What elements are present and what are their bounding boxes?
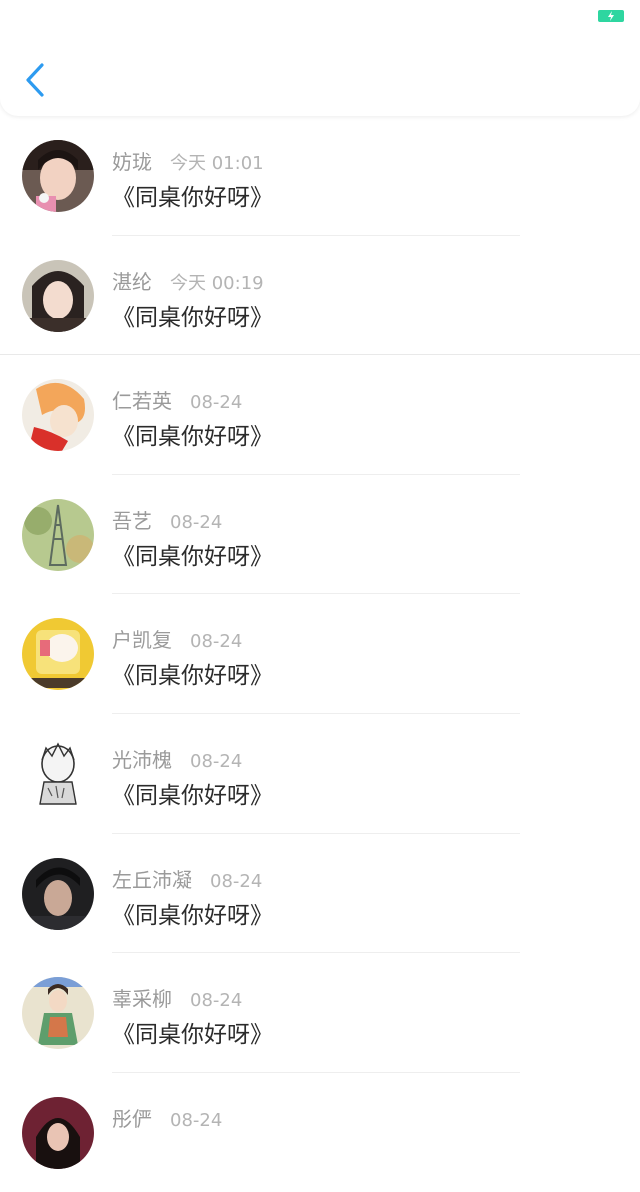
message-text: 《同桌你好呀》 [112, 663, 273, 690]
list-item[interactable]: 左丘沛凝 08-24 《同桌你好呀》 [0, 834, 640, 954]
sender-name: 仁若英 [112, 389, 172, 414]
message-time: 08-24 [170, 1109, 223, 1131]
message-text: 《同桌你好呀》 [112, 543, 273, 570]
message-text: 《同桌你好呀》 [112, 304, 273, 331]
sender-name: 吾艺 [112, 508, 152, 533]
message-text: 《同桌你好呀》 [112, 782, 273, 809]
message-text: 《同桌你好呀》 [112, 424, 273, 451]
sender-name: 光沛槐 [112, 747, 172, 772]
message-time: 08-24 [170, 511, 223, 533]
message-time: 08-24 [190, 392, 243, 414]
message-time: 08-24 [190, 990, 243, 1012]
sender-name: 左丘沛凝 [112, 867, 192, 892]
message-text: 《同桌你好呀》 [112, 1022, 273, 1049]
message-time: 08-24 [190, 750, 243, 772]
list-item[interactable]: 辜采柳 08-24 《同桌你好呀》 [0, 953, 640, 1073]
avatar[interactable] [22, 977, 94, 1050]
list-item[interactable]: 户凯复 08-24 《同桌你好呀》 [0, 594, 640, 714]
message-time: 今天 00:19 [170, 272, 264, 294]
message-time: 今天 01:01 [170, 153, 264, 174]
list-item[interactable]: 仁若英 08-24 《同桌你好呀》 [0, 355, 640, 475]
list-item[interactable]: 光沛槐 08-24 《同桌你好呀》 [0, 714, 640, 834]
sender-name: 户凯复 [112, 628, 172, 653]
sender-name: 妨珑 [112, 150, 152, 174]
back-button[interactable] [18, 58, 52, 102]
avatar[interactable] [22, 379, 94, 452]
sender-name: 彤俨 [112, 1106, 152, 1131]
avatar[interactable] [22, 1096, 94, 1169]
avatar[interactable] [22, 857, 94, 930]
chevron-left-icon [26, 63, 44, 97]
list-item[interactable]: 妨珑 今天 01:01 《同桌你好呀》 [0, 116, 640, 236]
avatar[interactable] [22, 259, 94, 332]
avatar[interactable] [22, 140, 94, 212]
avatar[interactable] [22, 498, 94, 571]
top-bar [0, 0, 640, 116]
message-text: 《同桌你好呀》 [112, 185, 273, 211]
avatar[interactable] [22, 618, 94, 691]
sender-name: 湛纶 [112, 269, 152, 294]
sender-name: 辜采柳 [112, 987, 172, 1012]
list-item[interactable]: 湛纶 今天 00:19 《同桌你好呀》 [0, 236, 640, 356]
avatar[interactable] [22, 737, 94, 810]
list-item[interactable]: 彤俨 08-24 [0, 1073, 640, 1192]
message-list: 妨珑 今天 01:01 《同桌你好呀》 湛纶 今天 00:19 《同桌你好呀》 [0, 116, 640, 1192]
list-item[interactable]: 吾艺 08-24 《同桌你好呀》 [0, 475, 640, 595]
message-time: 08-24 [190, 631, 243, 653]
message-text: 《同桌你好呀》 [112, 902, 273, 929]
message-time: 08-24 [210, 870, 263, 892]
battery-charging-icon [598, 10, 624, 22]
